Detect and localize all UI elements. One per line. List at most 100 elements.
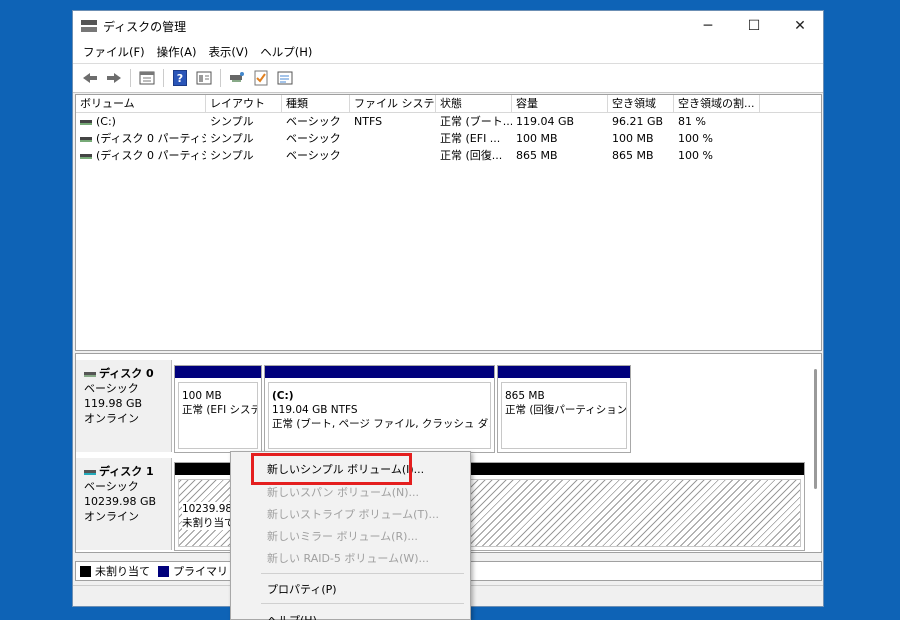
- close-button[interactable]: ✕: [777, 11, 823, 41]
- menu-view[interactable]: 表示(V): [204, 44, 256, 60]
- help-icon[interactable]: ?: [169, 67, 191, 89]
- free-percent-cell: 100 %: [678, 149, 713, 162]
- menu-item-new-raid5-volume[interactable]: 新しい RAID-5 ボリューム(W)...: [267, 550, 429, 566]
- menu-item-new-spanned-volume[interactable]: 新しいスパン ボリューム(N)...: [267, 484, 419, 500]
- menu-file[interactable]: ファイル(F): [79, 44, 153, 60]
- column-header-capacity[interactable]: 容量: [512, 95, 608, 112]
- title-bar: ディスクの管理 ─ ☐ ✕: [73, 11, 823, 41]
- filesystem-cell: [350, 147, 436, 164]
- type-cell: ベーシック: [286, 132, 341, 145]
- toolbar: ?: [73, 63, 823, 93]
- menu-item-properties[interactable]: プロパティ(P): [267, 581, 337, 597]
- filesystem-cell: NTFS: [354, 115, 383, 128]
- window-title: ディスクの管理: [103, 19, 187, 34]
- free-percent-cell: 100 %: [678, 132, 713, 145]
- layout-cell: シンプル: [210, 149, 254, 162]
- free-percent-cell: 81 %: [678, 115, 706, 128]
- capacity-cell: 119.04 GB: [516, 115, 575, 128]
- volume-row[interactable]: (C:) シンプル ベーシック NTFS 正常 (ブート... 119.04 G…: [76, 113, 821, 130]
- checklist-icon[interactable]: [250, 67, 272, 89]
- volume-icon: [80, 153, 92, 159]
- column-header-free-percent[interactable]: 空き領域の割...: [674, 95, 760, 112]
- back-arrow-icon[interactable]: [79, 67, 101, 89]
- volume-row[interactable]: (ディスク 0 パーティシ... シンプル ベーシック 正常 (回復... 86…: [76, 147, 821, 164]
- partition-size: 100 MB: [182, 390, 222, 402]
- partition-status: 正常 (回復パーティション): [505, 404, 627, 416]
- menu-separator: [261, 573, 464, 574]
- list-view-icon[interactable]: [136, 67, 158, 89]
- minimize-button[interactable]: ─: [685, 11, 731, 41]
- disk-0-label[interactable]: ディスク 0 ベーシック 119.98 GB オンライン: [76, 360, 172, 452]
- column-header-layout[interactable]: レイアウト: [206, 95, 282, 112]
- graph-scrollbar[interactable]: [814, 369, 817, 489]
- svg-text:?: ?: [177, 72, 183, 85]
- primary-partition-bar: [265, 366, 494, 378]
- column-header-type[interactable]: 種類: [282, 95, 350, 112]
- column-header-status[interactable]: 状態: [436, 95, 512, 112]
- disk-management-app-icon: [81, 19, 97, 33]
- volume-icon: [80, 136, 92, 142]
- capacity-cell: 100 MB: [516, 132, 558, 145]
- disk-0-partition-recovery[interactable]: 865 MB 正常 (回復パーティション): [497, 365, 631, 453]
- unallocated-status: 未割り当て: [182, 516, 235, 530]
- forward-arrow-icon[interactable]: [103, 67, 125, 89]
- disk-1-size: 10239.98 GB: [84, 495, 157, 508]
- volume-cell: (ディスク 0 パーティシ...: [76, 130, 206, 147]
- primary-partition-bar: [498, 366, 630, 378]
- disk-1-label[interactable]: ディスク 1 ベーシック 10239.98 GB オンライン: [76, 458, 172, 550]
- status-cell: 正常 (回復...: [440, 149, 503, 162]
- disk-1-type: ベーシック: [84, 480, 139, 493]
- menu-separator: [261, 603, 464, 604]
- free-space-cell: 96.21 GB: [612, 115, 664, 128]
- menu-help[interactable]: ヘルプ(H): [256, 44, 320, 60]
- volume-icon: [80, 119, 92, 125]
- disk-0-partition-efi[interactable]: 100 MB 正常 (EFI システ: [174, 365, 262, 453]
- properties-icon[interactable]: [193, 67, 215, 89]
- volume-cell: (C:): [76, 113, 206, 130]
- disk-icon: [84, 371, 96, 377]
- volume-list: ボリューム レイアウト 種類 ファイル システム 状態 容量 空き領域 空き領域…: [75, 94, 822, 351]
- capacity-cell: 865 MB: [516, 149, 558, 162]
- primary-partition-bar: [175, 366, 261, 378]
- primary-partition-swatch: [158, 565, 169, 577]
- disk-0-name: ディスク 0: [99, 367, 154, 380]
- column-header-filesystem[interactable]: ファイル システム: [350, 95, 436, 112]
- type-cell: ベーシック: [286, 115, 341, 128]
- legend-unallocated: 未割り当て: [95, 565, 150, 578]
- column-header-volume[interactable]: ボリューム: [76, 95, 206, 112]
- layout-cell: シンプル: [210, 115, 254, 128]
- menu-action[interactable]: 操作(A): [153, 44, 205, 60]
- menu-item-new-striped-volume[interactable]: 新しいストライプ ボリューム(T)...: [267, 506, 439, 522]
- disk-0-type: ベーシック: [84, 382, 139, 395]
- volume-name: (ディスク 0 パーティシ...: [96, 132, 206, 145]
- partition-info: 865 MB 正常 (回復パーティション): [501, 382, 627, 449]
- status-cell: 正常 (EFI ...: [440, 132, 501, 145]
- unallocated-swatch: [80, 565, 91, 577]
- partition-size: 865 MB: [505, 390, 545, 402]
- free-space-cell: 100 MB: [612, 132, 654, 145]
- toolbar-divider: [163, 69, 164, 87]
- console-icon[interactable]: [274, 67, 296, 89]
- filesystem-cell: [350, 130, 436, 147]
- volume-name: (ディスク 0 パーティシ...: [96, 149, 206, 162]
- partition-status: 正常 (ブート, ページ ファイル, クラッシュ ダンプ, ﾒ: [272, 418, 490, 430]
- disk-0-partition-c[interactable]: (C:) 119.04 GB NTFS 正常 (ブート, ページ ファイル, ク…: [264, 365, 495, 453]
- menu-item-help[interactable]: ヘルプ(H): [267, 612, 317, 620]
- partition-status: 正常 (EFI システ: [182, 404, 258, 416]
- partition-size: 119.04 GB NTFS: [272, 404, 358, 416]
- volume-cell: (ディスク 0 パーティシ...: [76, 147, 206, 164]
- volume-row[interactable]: (ディスク 0 パーティシ... シンプル ベーシック 正常 (EFI ... …: [76, 130, 821, 147]
- volume-list-header: ボリューム レイアウト 種類 ファイル システム 状態 容量 空き領域 空き領域…: [76, 95, 821, 113]
- partition-info: 100 MB 正常 (EFI システ: [178, 382, 258, 449]
- menu-item-new-mirrored-volume[interactable]: 新しいミラー ボリューム(R)...: [267, 528, 418, 544]
- disk-0-size: 119.98 GB: [84, 397, 143, 410]
- disk-connect-icon[interactable]: [226, 67, 248, 89]
- column-header-free-space[interactable]: 空き領域: [608, 95, 674, 112]
- free-space-cell: 865 MB: [612, 149, 654, 162]
- disk-0-status: オンライン: [84, 412, 139, 425]
- maximize-button[interactable]: ☐: [731, 11, 777, 41]
- disk-1-name: ディスク 1: [99, 465, 154, 478]
- disk-1-status: オンライン: [84, 510, 139, 523]
- status-cell: 正常 (ブート...: [440, 115, 512, 128]
- type-cell: ベーシック: [286, 149, 341, 162]
